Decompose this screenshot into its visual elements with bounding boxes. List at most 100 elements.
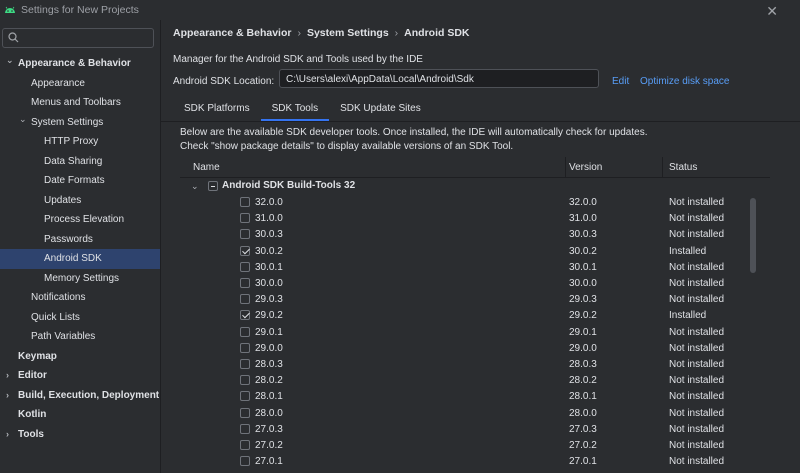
sidebar-item[interactable]: Data Sharing xyxy=(0,152,160,172)
row-name: 28.0.2 xyxy=(255,375,283,387)
chevron-down-icon[interactable]: ⌄ xyxy=(191,178,199,194)
row-checkbox[interactable] xyxy=(240,342,250,353)
row-checkbox[interactable] xyxy=(240,229,250,240)
row-name: 27.0.1 xyxy=(255,456,283,468)
table-row[interactable]: 28.0.1 28.0.1 Not installed xyxy=(180,389,760,405)
row-status: Not installed xyxy=(669,456,725,468)
column-name[interactable]: Name xyxy=(193,157,220,178)
chevron-down-icon[interactable]: ⌄ xyxy=(6,51,14,71)
row-checkbox[interactable] xyxy=(240,245,250,256)
row-name: 30.0.1 xyxy=(255,261,283,273)
row-name: 29.0.1 xyxy=(255,326,283,338)
table-row[interactable]: 32.0.0 32.0.0 Not installed xyxy=(180,195,760,211)
sidebar-item[interactable]: Notifications xyxy=(0,288,160,308)
table-row[interactable]: 28.0.0 28.0.0 Not installed xyxy=(180,406,760,422)
sidebar-item[interactable]: Quick Lists xyxy=(0,308,160,328)
sidebar-item-label: Date Formats xyxy=(44,175,105,186)
sdk-location-field[interactable]: C:\Users\alexi\AppData\Local\Android\Sdk xyxy=(279,69,599,88)
row-checkbox[interactable] xyxy=(240,391,250,402)
sidebar-item-label: Quick Lists xyxy=(31,311,80,323)
sidebar-item[interactable]: Memory Settings xyxy=(0,269,160,289)
table-row[interactable]: 30.0.3 30.0.3 Not installed xyxy=(180,227,760,243)
row-version: 30.0.1 xyxy=(569,261,597,273)
table-row[interactable]: 30.0.1 30.0.1 Not installed xyxy=(180,260,760,276)
sidebar-item[interactable]: ⌄ System Settings xyxy=(0,113,160,133)
row-checkbox[interactable] xyxy=(240,197,250,207)
row-checkbox[interactable] xyxy=(240,456,250,467)
row-checkbox[interactable] xyxy=(240,278,250,288)
tab-divider xyxy=(161,121,800,122)
sidebar-item[interactable]: Passwords xyxy=(0,230,160,250)
row-version: 30.0.0 xyxy=(569,278,597,289)
sidebar-item[interactable]: Kotlin xyxy=(0,405,160,425)
tab[interactable]: SDK Platforms xyxy=(173,98,261,120)
chevron-right-icon[interactable]: › xyxy=(6,386,9,406)
sidebar-item[interactable]: Android SDK xyxy=(0,249,160,269)
row-checkbox[interactable] xyxy=(240,213,250,224)
column-version[interactable]: Version xyxy=(569,157,602,178)
table-row[interactable]: 27.0.3 27.0.3 Not installed xyxy=(180,422,760,438)
table-row[interactable]: 28.0.3 28.0.3 Not installed xyxy=(180,357,760,373)
table-row[interactable]: 27.0.1 27.0.1 Not installed xyxy=(180,454,760,470)
row-version: 28.0.2 xyxy=(569,375,597,387)
row-checkbox[interactable] xyxy=(240,423,250,434)
sidebar-item[interactable]: › Tools xyxy=(0,425,160,445)
row-checkbox[interactable] xyxy=(240,294,250,305)
sidebar-item-label: Android SDK xyxy=(44,253,102,264)
breadcrumb-item[interactable]: Appearance & Behavior xyxy=(173,27,291,39)
chevron-right-icon[interactable]: › xyxy=(6,366,9,386)
group-row[interactable]: ⌄ Android SDK Build-Tools 32 xyxy=(180,178,760,194)
column-status[interactable]: Status xyxy=(669,157,697,178)
column-divider xyxy=(565,157,566,178)
sidebar-item-label: HTTP Proxy xyxy=(44,136,99,147)
chevron-right-icon[interactable]: › xyxy=(6,425,9,445)
sidebar-item[interactable]: › Editor xyxy=(0,366,160,386)
table-row[interactable]: 29.0.0 29.0.0 Not installed xyxy=(180,341,760,357)
tab[interactable]: SDK Update Sites xyxy=(329,98,432,120)
table-row[interactable]: 29.0.1 29.0.1 Not installed xyxy=(180,325,760,341)
row-status: Not installed xyxy=(669,261,725,273)
sidebar-item[interactable]: Date Formats xyxy=(0,171,160,191)
sidebar-item[interactable]: Keymap xyxy=(0,347,160,367)
table-row[interactable]: 31.0.0 31.0.0 Not installed xyxy=(180,211,760,227)
chevron-down-icon[interactable]: ⌄ xyxy=(19,110,27,130)
sidebar-item[interactable]: › Build, Execution, Deployment xyxy=(0,386,160,406)
row-status: Installed xyxy=(669,310,707,322)
table-row[interactable]: 28.0.2 28.0.2 Not installed xyxy=(180,373,760,389)
search-input[interactable] xyxy=(2,28,154,48)
row-name: 30.0.3 xyxy=(255,229,283,241)
tab[interactable]: SDK Tools xyxy=(260,98,330,121)
table-row[interactable]: 27.0.2 27.0.2 Not installed xyxy=(180,438,760,454)
sidebar-item[interactable]: Process Elevation xyxy=(0,210,160,230)
row-checkbox[interactable] xyxy=(240,440,250,450)
edit-link[interactable]: Edit xyxy=(612,76,629,87)
table-row[interactable]: 30.0.0 30.0.0 Not installed xyxy=(180,276,760,292)
row-checkbox[interactable] xyxy=(240,359,250,369)
table-row[interactable]: 29.0.2 29.0.2 Installed xyxy=(180,308,760,324)
partial-checkbox[interactable] xyxy=(208,181,218,191)
scrollbar-thumb[interactable] xyxy=(750,198,756,273)
sidebar-item[interactable]: ⌄ Appearance & Behavior xyxy=(0,54,160,74)
row-checkbox[interactable] xyxy=(240,261,250,272)
sidebar-item[interactable]: Appearance xyxy=(0,74,160,94)
row-name: 31.0.0 xyxy=(255,213,283,225)
table-row[interactable]: 29.0.3 29.0.3 Not installed xyxy=(180,292,760,308)
scrollbar[interactable] xyxy=(750,178,758,473)
breadcrumb-item[interactable]: System Settings xyxy=(307,27,389,39)
optimize-disk-space-link[interactable]: Optimize disk space xyxy=(640,76,729,87)
row-checkbox[interactable] xyxy=(240,407,250,418)
sidebar-item-label: Tools xyxy=(18,428,44,440)
info-text: Below are the available SDK developer to… xyxy=(180,127,648,152)
row-checkbox[interactable] xyxy=(240,326,250,337)
sidebar-item-label: Appearance & Behavior xyxy=(18,58,131,69)
sidebar-item[interactable]: HTTP Proxy xyxy=(0,132,160,152)
sdk-location-label: Android SDK Location: xyxy=(173,76,275,87)
sidebar-item[interactable]: Updates xyxy=(0,191,160,211)
title-bar: Settings for New Projects ✕ xyxy=(0,0,800,20)
close-icon[interactable]: ✕ xyxy=(766,3,778,20)
row-checkbox[interactable] xyxy=(240,375,250,386)
row-checkbox[interactable] xyxy=(240,310,250,321)
table-row[interactable]: 30.0.2 30.0.2 Installed xyxy=(180,244,760,260)
sidebar-item[interactable]: Path Variables xyxy=(0,327,160,347)
row-version: 29.0.3 xyxy=(569,294,597,306)
